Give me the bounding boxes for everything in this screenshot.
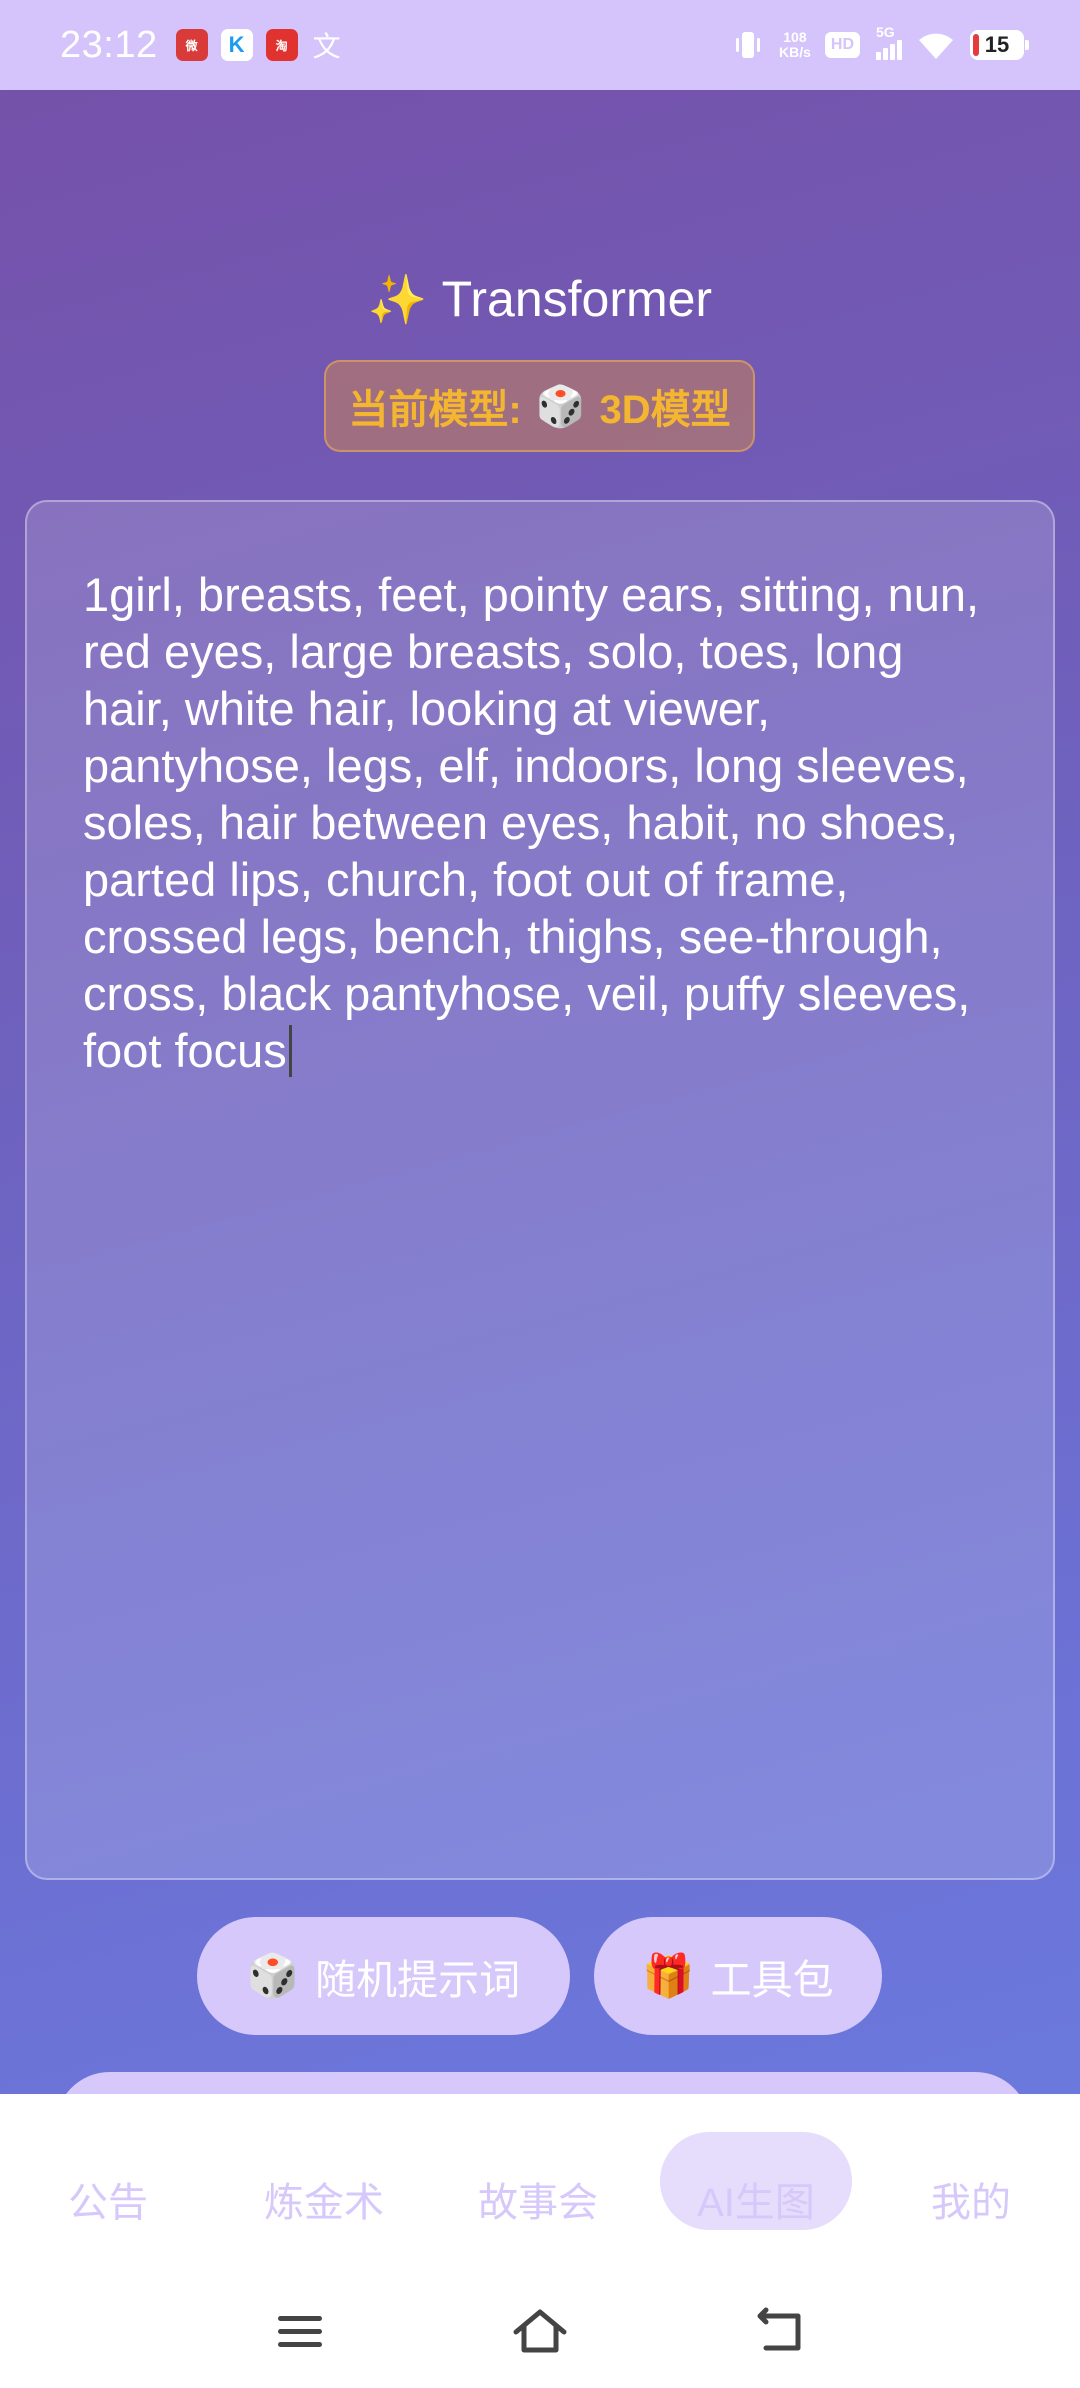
network-speed-unit: KB/s [778,44,811,60]
current-model-badge[interactable]: 当前模型: 🎲 3D模型 [324,360,755,452]
text-caret [288,1025,292,1077]
model-label: 当前模型: [348,388,522,432]
random-prompt-button[interactable]: 🎲 随机提示词 [197,1917,570,2035]
dice-icon: 🎲 [535,384,586,429]
kugou-icon: K [220,29,253,61]
dice-icon: 🎲 [246,1951,300,1999]
toolkit-label: 工具包 [710,1957,834,2003]
prompt-text: 1girl, breasts, feet, pointy ears, sitti… [83,568,993,1077]
system-nav-bar [0,2302,1080,2362]
network-speed: 108 KB/s [779,30,811,60]
app-title: Transformer [441,271,713,327]
tab-announcements[interactable]: 公告 [60,2170,156,2225]
vibrate-icon [731,28,765,62]
status-bar: 23:12 微 K 淘 文 108 KB/s HD 5G 15 [0,0,1080,90]
tab-profile[interactable]: 我的 [926,2170,1016,2225]
home-icon[interactable] [510,2302,570,2362]
gift-icon: 🎁 [642,1951,695,1999]
status-right: 108 KB/s HD 5G 15 [717,24,1029,62]
wifi-icon [916,29,956,61]
tab-alchemy[interactable]: 炼金术 [262,2170,386,2225]
cellular-signal-icon: 5G [874,24,902,60]
weibo-icon: 微 [175,29,208,61]
random-prompt-label: 随机提示词 [315,1957,521,2003]
taobao-icon: 淘 [265,29,298,61]
page-title: ✨ Transformer [0,270,1080,328]
network-speed-value: 108 [783,29,807,45]
clock: 23:12 [60,23,158,66]
status-left: 23:12 微 K 淘 文 [60,24,356,67]
hd-badge: HD [824,32,860,58]
battery-level: 15 [984,32,1010,57]
tab-stories[interactable]: 故事会 [476,2170,600,2225]
tab-ai-image[interactable]: AI生图 [660,2170,852,2225]
translate-icon: 文 [312,31,341,61]
back-icon[interactable] [750,2302,810,2362]
sparkles-icon: ✨ [367,273,428,327]
menu-icon[interactable] [270,2302,330,2362]
prompt-textarea[interactable]: 1girl, breasts, feet, pointy ears, sitti… [25,500,1055,1880]
battery-icon: 15 [970,30,1029,60]
signal-label: 5G [876,24,895,40]
model-value: 3D模型 [599,388,731,432]
toolkit-button[interactable]: 🎁 工具包 [594,1917,882,2035]
bottom-nav: 公告 炼金术 故事会 AI生图 我的 [0,2094,1080,2388]
